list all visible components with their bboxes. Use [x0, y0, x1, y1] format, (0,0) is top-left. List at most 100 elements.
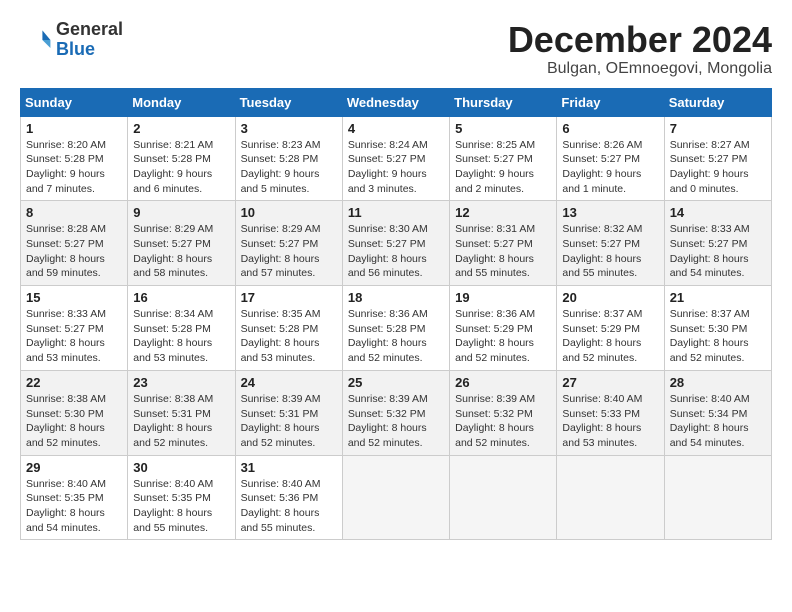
- calendar-day-23: 23 Sunrise: 8:38 AM Sunset: 5:31 PM Dayli…: [128, 370, 235, 455]
- calendar-day-22: 22 Sunrise: 8:38 AM Sunset: 5:30 PM Dayli…: [21, 370, 128, 455]
- col-header-wednesday: Wednesday: [342, 88, 449, 116]
- calendar-table: SundayMondayTuesdayWednesdayThursdayFrid…: [20, 88, 772, 541]
- day-number: 8: [26, 205, 122, 220]
- day-info: Sunrise: 8:32 AM Sunset: 5:27 PM Dayligh…: [562, 222, 658, 281]
- day-number: 2: [133, 121, 229, 136]
- calendar-day-19: 19Sunrise: 8:36 AM Sunset: 5:29 PM Dayli…: [450, 286, 557, 371]
- day-number: 21: [670, 290, 766, 305]
- day-info: Sunrise: 8:34 AM Sunset: 5:28 PM Dayligh…: [133, 307, 229, 366]
- calendar-day-9: 9 Sunrise: 8:29 AM Sunset: 5:27 PM Daylig…: [128, 201, 235, 286]
- logo-blue-text: Blue: [56, 39, 95, 59]
- day-number: 17: [241, 290, 337, 305]
- day-info: Sunrise: 8:40 AM Sunset: 5:35 PM Dayligh…: [26, 477, 122, 536]
- calendar-day-31: 31 Sunrise: 8:40 AM Sunset: 5:36 PM Dayli…: [235, 455, 342, 540]
- calendar-day-12: 12Sunrise: 8:31 AM Sunset: 5:27 PM Dayli…: [450, 201, 557, 286]
- calendar-day-20: 20 Sunrise: 8:37 AM Sunset: 5:29 PM Dayli…: [557, 286, 664, 371]
- day-number: 14: [670, 205, 766, 220]
- day-number: 30: [133, 460, 229, 475]
- day-number: 24: [241, 375, 337, 390]
- calendar-day-18: 18 Sunrise: 8:36 AM Sunset: 5:28 PM Dayli…: [342, 286, 449, 371]
- day-number: 13: [562, 205, 658, 220]
- day-info: Sunrise: 8:39 AM Sunset: 5:32 PM Dayligh…: [455, 392, 551, 451]
- calendar-day-17: 17 Sunrise: 8:35 AM Sunset: 5:28 PM Dayli…: [235, 286, 342, 371]
- empty-cell: [557, 455, 664, 540]
- day-info: Sunrise: 8:39 AM Sunset: 5:32 PM Dayligh…: [348, 392, 444, 451]
- empty-cell: [664, 455, 771, 540]
- calendar-day-3: 3 Sunrise: 8:23 AM Sunset: 5:28 PM Daylig…: [235, 116, 342, 201]
- day-info: Sunrise: 8:40 AM Sunset: 5:34 PM Dayligh…: [670, 392, 766, 451]
- day-info: Sunrise: 8:26 AM Sunset: 5:27 PM Dayligh…: [562, 138, 658, 197]
- day-number: 29: [26, 460, 122, 475]
- day-info: Sunrise: 8:36 AM Sunset: 5:28 PM Dayligh…: [348, 307, 444, 366]
- day-info: Sunrise: 8:40 AM Sunset: 5:36 PM Dayligh…: [241, 477, 337, 536]
- day-info: Sunrise: 8:23 AM Sunset: 5:28 PM Dayligh…: [241, 138, 337, 197]
- day-info: Sunrise: 8:21 AM Sunset: 5:28 PM Dayligh…: [133, 138, 229, 197]
- day-info: Sunrise: 8:40 AM Sunset: 5:35 PM Dayligh…: [133, 477, 229, 536]
- calendar-week-2: 8 Sunrise: 8:28 AM Sunset: 5:27 PM Daylig…: [21, 201, 772, 286]
- calendar-day-2: 2 Sunrise: 8:21 AM Sunset: 5:28 PM Daylig…: [128, 116, 235, 201]
- day-number: 7: [670, 121, 766, 136]
- logo: General Blue: [20, 20, 123, 60]
- col-header-thursday: Thursday: [450, 88, 557, 116]
- day-info: Sunrise: 8:40 AM Sunset: 5:33 PM Dayligh…: [562, 392, 658, 451]
- empty-cell: [450, 455, 557, 540]
- day-number: 5: [455, 121, 551, 136]
- day-info: Sunrise: 8:39 AM Sunset: 5:31 PM Dayligh…: [241, 392, 337, 451]
- logo-general-text: General: [56, 19, 123, 39]
- day-number: 1: [26, 121, 122, 136]
- day-number: 9: [133, 205, 229, 220]
- col-header-monday: Monday: [128, 88, 235, 116]
- day-number: 31: [241, 460, 337, 475]
- calendar-day-1: 1 Sunrise: 8:20 AM Sunset: 5:28 PM Daylig…: [21, 116, 128, 201]
- col-header-tuesday: Tuesday: [235, 88, 342, 116]
- day-info: Sunrise: 8:38 AM Sunset: 5:30 PM Dayligh…: [26, 392, 122, 451]
- calendar-day-7: 7Sunrise: 8:27 AM Sunset: 5:27 PM Daylig…: [664, 116, 771, 201]
- calendar-day-25: 25 Sunrise: 8:39 AM Sunset: 5:32 PM Dayli…: [342, 370, 449, 455]
- day-number: 3: [241, 121, 337, 136]
- calendar-day-15: 15 Sunrise: 8:33 AM Sunset: 5:27 PM Dayli…: [21, 286, 128, 371]
- day-info: Sunrise: 8:35 AM Sunset: 5:28 PM Dayligh…: [241, 307, 337, 366]
- logo-icon: [20, 24, 52, 56]
- day-number: 22: [26, 375, 122, 390]
- day-number: 25: [348, 375, 444, 390]
- col-header-sunday: Sunday: [21, 88, 128, 116]
- day-number: 20: [562, 290, 658, 305]
- day-number: 4: [348, 121, 444, 136]
- calendar-day-14: 14 Sunrise: 8:33 AM Sunset: 5:27 PM Dayli…: [664, 201, 771, 286]
- calendar-day-27: 27Sunrise: 8:40 AM Sunset: 5:33 PM Dayli…: [557, 370, 664, 455]
- day-number: 23: [133, 375, 229, 390]
- col-header-saturday: Saturday: [664, 88, 771, 116]
- day-info: Sunrise: 8:37 AM Sunset: 5:29 PM Dayligh…: [562, 307, 658, 366]
- calendar-week-5: 29 Sunrise: 8:40 AM Sunset: 5:35 PM Dayli…: [21, 455, 772, 540]
- title-area: December 2024 Bulgan, OEmnoegovi, Mongol…: [508, 20, 772, 78]
- calendar-day-4: 4Sunrise: 8:24 AM Sunset: 5:27 PM Daylig…: [342, 116, 449, 201]
- calendar-day-10: 10Sunrise: 8:29 AM Sunset: 5:27 PM Dayli…: [235, 201, 342, 286]
- day-info: Sunrise: 8:29 AM Sunset: 5:27 PM Dayligh…: [133, 222, 229, 281]
- calendar-day-30: 30 Sunrise: 8:40 AM Sunset: 5:35 PM Dayli…: [128, 455, 235, 540]
- day-number: 10: [241, 205, 337, 220]
- calendar-day-11: 11 Sunrise: 8:30 AM Sunset: 5:27 PM Dayli…: [342, 201, 449, 286]
- day-number: 19: [455, 290, 551, 305]
- calendar-day-21: 21 Sunrise: 8:37 AM Sunset: 5:30 PM Dayli…: [664, 286, 771, 371]
- calendar-week-1: 1 Sunrise: 8:20 AM Sunset: 5:28 PM Daylig…: [21, 116, 772, 201]
- day-info: Sunrise: 8:30 AM Sunset: 5:27 PM Dayligh…: [348, 222, 444, 281]
- day-info: Sunrise: 8:37 AM Sunset: 5:30 PM Dayligh…: [670, 307, 766, 366]
- day-info: Sunrise: 8:31 AM Sunset: 5:27 PM Dayligh…: [455, 222, 551, 281]
- day-number: 11: [348, 205, 444, 220]
- calendar-week-3: 15 Sunrise: 8:33 AM Sunset: 5:27 PM Dayli…: [21, 286, 772, 371]
- day-info: Sunrise: 8:33 AM Sunset: 5:27 PM Dayligh…: [26, 307, 122, 366]
- day-info: Sunrise: 8:33 AM Sunset: 5:27 PM Dayligh…: [670, 222, 766, 281]
- day-number: 6: [562, 121, 658, 136]
- day-number: 28: [670, 375, 766, 390]
- day-info: Sunrise: 8:38 AM Sunset: 5:31 PM Dayligh…: [133, 392, 229, 451]
- calendar-day-26: 26Sunrise: 8:39 AM Sunset: 5:32 PM Dayli…: [450, 370, 557, 455]
- day-info: Sunrise: 8:28 AM Sunset: 5:27 PM Dayligh…: [26, 222, 122, 281]
- calendar-day-5: 5Sunrise: 8:25 AM Sunset: 5:27 PM Daylig…: [450, 116, 557, 201]
- location: Bulgan, OEmnoegovi, Mongolia: [508, 60, 772, 78]
- calendar-day-16: 16Sunrise: 8:34 AM Sunset: 5:28 PM Dayli…: [128, 286, 235, 371]
- day-info: Sunrise: 8:20 AM Sunset: 5:28 PM Dayligh…: [26, 138, 122, 197]
- day-number: 15: [26, 290, 122, 305]
- logo-text: General Blue: [56, 20, 123, 60]
- day-number: 18: [348, 290, 444, 305]
- empty-cell: [342, 455, 449, 540]
